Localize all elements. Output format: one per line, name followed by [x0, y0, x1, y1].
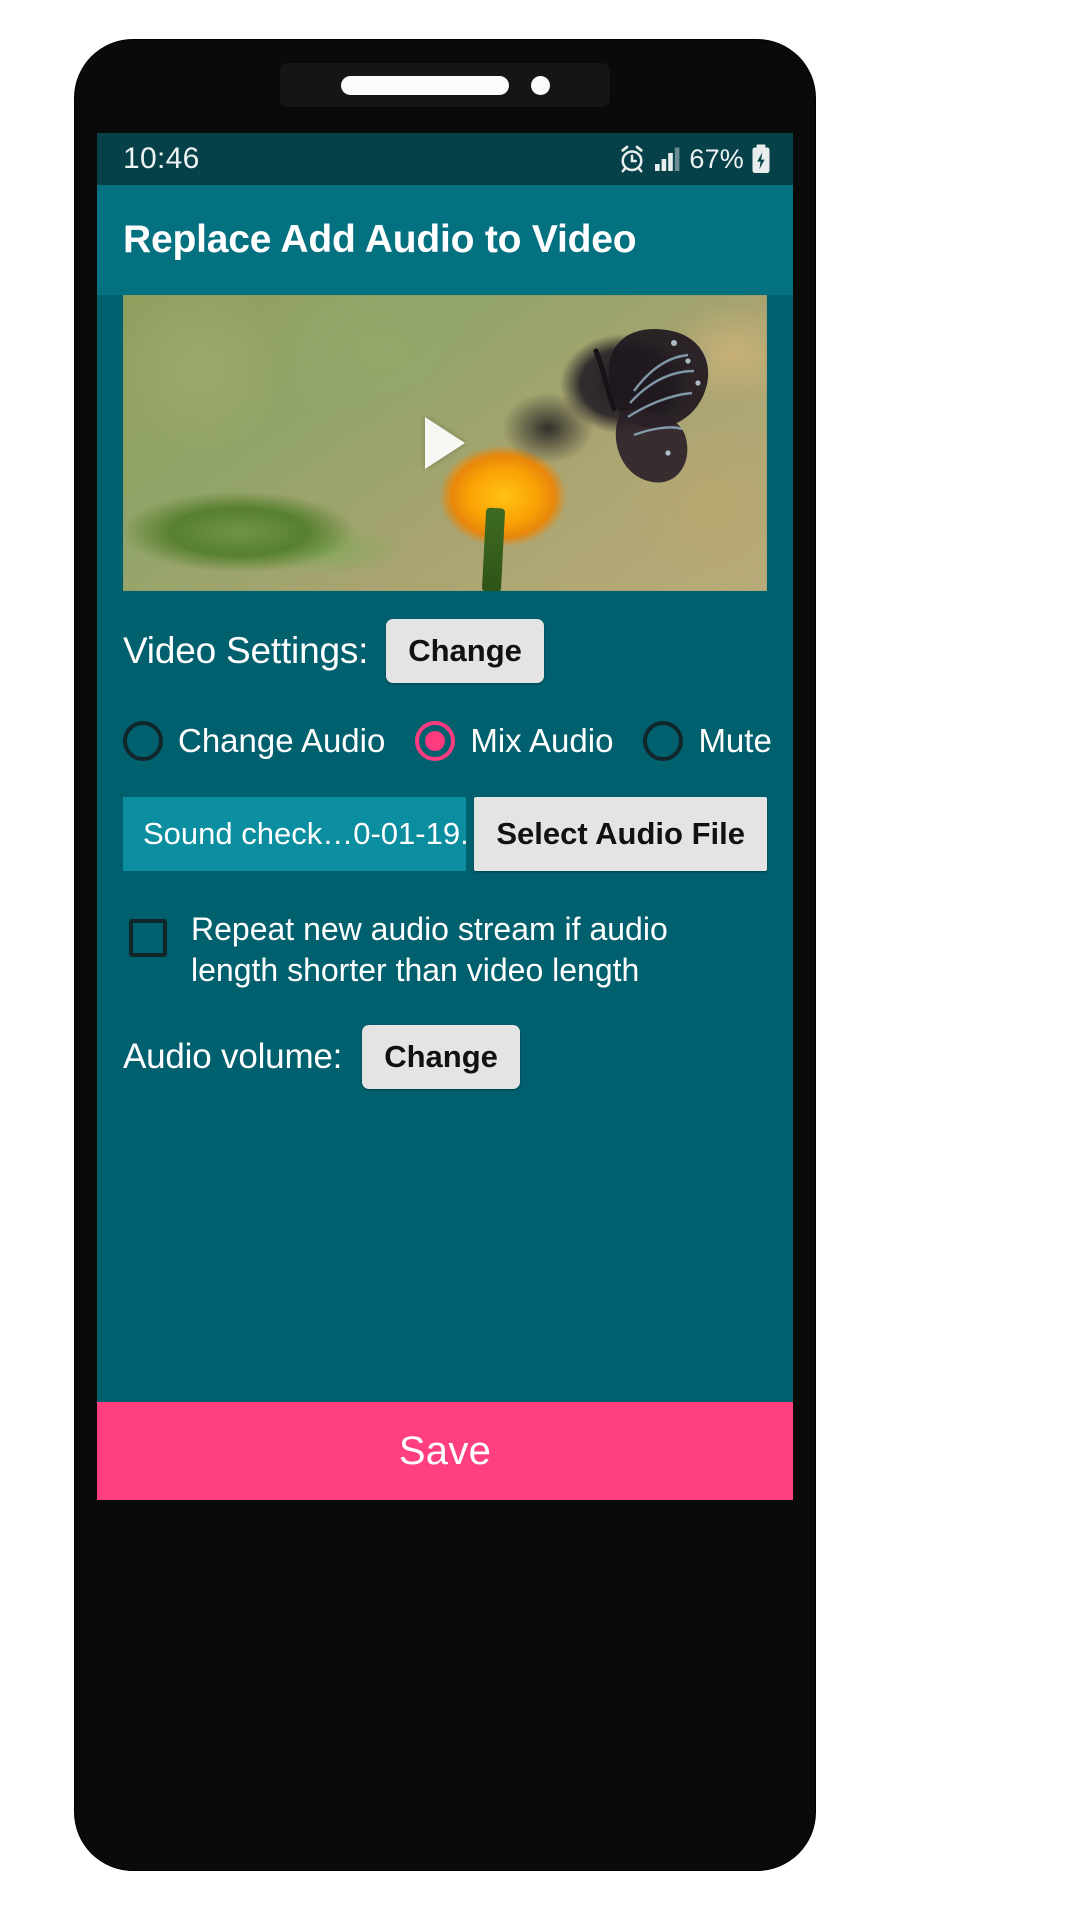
audio-volume-change-button[interactable]: Change [362, 1024, 520, 1089]
radio-option-mute[interactable]: Mute [643, 721, 772, 761]
phone-bottom-bezel [75, 1780, 815, 1870]
select-audio-file-button[interactable]: Select Audio File [474, 797, 767, 871]
audio-file-row: Sound check…0-01-19.mp3 Select Audio Fil… [123, 797, 767, 871]
audio-volume-row: Audio volume: Change [123, 1024, 767, 1089]
radio-button-mix-audio[interactable] [415, 721, 456, 761]
video-preview[interactable] [123, 295, 767, 591]
audio-volume-label: Audio volume: [123, 1036, 343, 1076]
status-bar-clock: 10:46 [123, 142, 200, 175]
radio-label-change-audio: Change Audio [178, 722, 386, 759]
video-settings-row: Video Settings: Change [123, 619, 767, 683]
play-icon[interactable] [425, 417, 465, 469]
phone-screen: 10:46 67% Replace Add Audio to Video Vid… [97, 133, 793, 1500]
save-button[interactable]: Save [97, 1402, 793, 1500]
audio-mode-radio-group: Change Audio Mix Audio Mute [123, 721, 772, 761]
radio-label-mute: Mute [698, 722, 772, 759]
phone-device-frame: 10:46 67% Replace Add Audio to Video Vid… [75, 40, 815, 1870]
save-button-label: Save [398, 1428, 492, 1473]
radio-button-mute[interactable] [643, 721, 684, 761]
battery-percentage-label: 67% [689, 143, 744, 174]
earpiece-speaker [340, 75, 509, 95]
flower-stem-decoration [481, 507, 505, 591]
alarm-icon [617, 144, 647, 174]
status-bar: 10:46 67% [97, 133, 793, 185]
radio-label-mix-audio: Mix Audio [470, 722, 614, 759]
radio-option-change-audio[interactable]: Change Audio [123, 721, 385, 761]
settings-content: Video Settings: Change Change Audio Mix … [97, 619, 793, 1089]
phone-top-sensor-cluster [280, 63, 610, 107]
video-settings-label: Video Settings: [123, 630, 369, 671]
repeat-audio-label: Repeat new audio stream if audio length … [191, 911, 668, 988]
repeat-audio-checkbox[interactable] [129, 919, 167, 957]
signal-bars-icon [654, 146, 682, 172]
radio-option-mix-audio[interactable]: Mix Audio [415, 721, 613, 761]
front-camera-icon [530, 75, 550, 95]
app-bar: Replace Add Audio to Video [97, 185, 793, 295]
battery-charging-icon [751, 144, 771, 174]
video-settings-change-button[interactable]: Change [386, 619, 544, 683]
radio-button-change-audio[interactable] [123, 721, 163, 761]
repeat-audio-option-row[interactable]: Repeat new audio stream if audio length … [123, 909, 767, 991]
audio-file-name-field[interactable]: Sound check…0-01-19.mp3 [123, 797, 467, 871]
page-title: Replace Add Audio to Video [123, 218, 637, 261]
status-bar-icons: 67% [617, 144, 771, 175]
